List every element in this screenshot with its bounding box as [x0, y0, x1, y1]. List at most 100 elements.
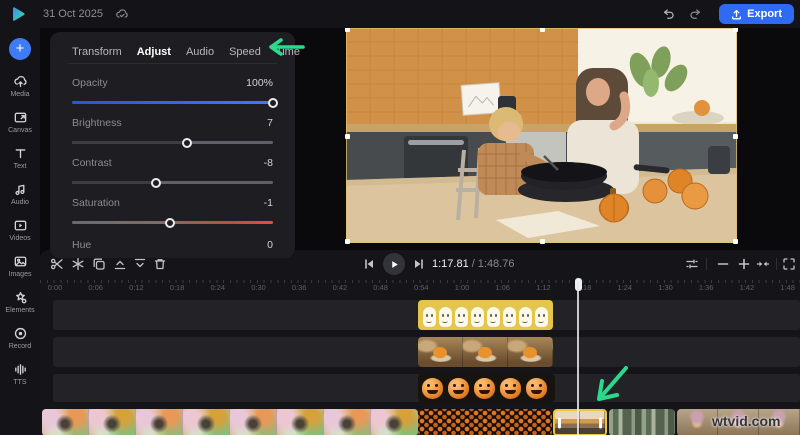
move-backward-icon[interactable]	[133, 257, 147, 271]
lantern	[526, 378, 547, 399]
ruler-label: 0:36	[292, 283, 307, 292]
zoom-out-icon[interactable]	[716, 257, 730, 271]
saturation-value: -1	[264, 197, 273, 209]
tiedye-frame	[324, 409, 371, 435]
preview-video-frame	[346, 28, 737, 243]
canvas-icon	[13, 110, 28, 125]
saturation-label: Saturation	[72, 197, 120, 209]
clip-ghost-stickers[interactable]	[418, 300, 553, 330]
capcut-logo-icon	[9, 5, 27, 23]
cloud-check-icon	[115, 7, 129, 21]
contrast-label: Contrast	[72, 157, 112, 169]
sidebar-item-videos[interactable]: Videos	[0, 212, 40, 248]
tab-adjust[interactable]: Adjust	[137, 46, 171, 58]
preview-canvas[interactable]	[346, 28, 737, 243]
ruler-label: 1:12	[536, 283, 551, 292]
zoom-in-icon[interactable]	[737, 257, 751, 271]
ruler-label: 1:06	[495, 283, 510, 292]
playhead[interactable]	[575, 278, 582, 435]
fullscreen-icon[interactable]	[782, 257, 796, 271]
forest-frame	[609, 409, 642, 435]
move-forward-icon[interactable]	[113, 257, 127, 271]
contrast-knob[interactable]	[151, 178, 161, 188]
tiedye-frame	[89, 409, 136, 435]
sidebar-item-text[interactable]: Text	[0, 140, 40, 176]
track-row-stickers-1	[53, 300, 800, 330]
sidebar-item-tts[interactable]: TTS	[0, 356, 40, 392]
saturation-slider[interactable]	[72, 221, 273, 224]
trim-handle-right[interactable]	[599, 417, 602, 428]
track-options-icon[interactable]	[685, 257, 699, 271]
sidebar-item-canvas[interactable]: Canvas	[0, 104, 40, 140]
tts-icon	[13, 362, 28, 377]
playhead-line	[577, 282, 579, 435]
sidebar-item-images[interactable]: Images	[0, 248, 40, 284]
undo-button[interactable]	[659, 4, 679, 24]
add-media-button[interactable]: +	[9, 38, 31, 60]
ruler-label: 1:30	[658, 283, 673, 292]
ghost	[423, 307, 436, 327]
tiedye-frame	[183, 409, 230, 435]
export-button[interactable]: Export	[719, 4, 794, 24]
contrast-slider[interactable]	[72, 181, 273, 184]
ruler-label: 1:24	[617, 283, 632, 292]
delete-icon[interactable]	[153, 257, 167, 271]
ruler-label: 0:12	[129, 283, 144, 292]
ghost	[455, 307, 468, 327]
slider-hue: Hue 0	[72, 239, 273, 251]
muffin-frame	[418, 337, 463, 367]
sidebar-item-record[interactable]: Record	[0, 320, 40, 356]
skip-back-icon[interactable]	[362, 257, 376, 271]
tab-time[interactable]: Time	[276, 46, 300, 58]
freeze-icon[interactable]	[71, 257, 85, 271]
sidebar-item-media[interactable]: Media	[0, 68, 40, 104]
opacity-knob[interactable]	[268, 98, 278, 108]
brightness-knob[interactable]	[182, 138, 192, 148]
clip-forest-video[interactable]	[609, 409, 675, 435]
lantern	[500, 378, 521, 399]
ghost	[519, 307, 532, 327]
hue-value: 0	[267, 239, 273, 251]
clip-jack-o-lantern-stickers[interactable]	[418, 374, 555, 402]
clip-tiedye-video[interactable]	[42, 409, 418, 435]
ghost	[439, 307, 452, 327]
brightness-slider[interactable]	[72, 141, 273, 144]
saturation-knob[interactable]	[165, 218, 175, 228]
redo-button[interactable]	[685, 4, 705, 24]
export-label: Export	[747, 8, 782, 20]
sidebar-item-elements[interactable]: Elements	[0, 284, 40, 320]
track-row-overlay	[53, 337, 800, 367]
tiedye-frame	[136, 409, 183, 435]
slider-brightness: Brightness 7	[72, 117, 273, 144]
clip-pumpkin-pattern-video[interactable]	[418, 409, 552, 435]
tab-transform[interactable]: Transform	[72, 46, 122, 58]
copy-icon[interactable]	[92, 257, 106, 271]
hue-label: Hue	[72, 239, 91, 251]
skip-forward-icon[interactable]	[412, 257, 426, 271]
clip-pumpkin-muffin-video[interactable]	[418, 337, 553, 367]
ghost	[487, 307, 500, 327]
timecode: 1:17.81 / 1:48.76	[432, 250, 514, 278]
track-row-stickers-2	[53, 374, 800, 402]
ruler-label: 0:24	[210, 283, 225, 292]
lantern	[448, 378, 469, 399]
muffin-frame	[508, 337, 553, 367]
ruler[interactable]: 0:000:060:120:180:240:300:360:420:480:54…	[40, 278, 800, 296]
ruler-label: 0:18	[170, 283, 185, 292]
fit-timeline-icon[interactable]	[756, 257, 770, 271]
tiedye-frame	[371, 409, 418, 435]
tab-audio[interactable]: Audio	[186, 46, 214, 58]
split-icon[interactable]	[50, 257, 64, 271]
media-icon	[13, 74, 28, 89]
opacity-slider[interactable]	[72, 101, 273, 104]
ruler-label: 1:48	[780, 283, 795, 292]
sidebar-item-audio[interactable]: Audio	[0, 176, 40, 212]
trim-handle-left[interactable]	[558, 417, 561, 428]
tab-speed[interactable]: Speed	[229, 46, 261, 58]
play-button[interactable]	[383, 253, 405, 275]
contrast-value: -8	[264, 157, 273, 169]
elements-icon	[13, 290, 28, 305]
sidebar: + Media Canvas Text Audio Videos Images …	[0, 28, 40, 435]
brightness-value: 7	[267, 117, 273, 129]
ruler-label: 0:42	[333, 283, 348, 292]
